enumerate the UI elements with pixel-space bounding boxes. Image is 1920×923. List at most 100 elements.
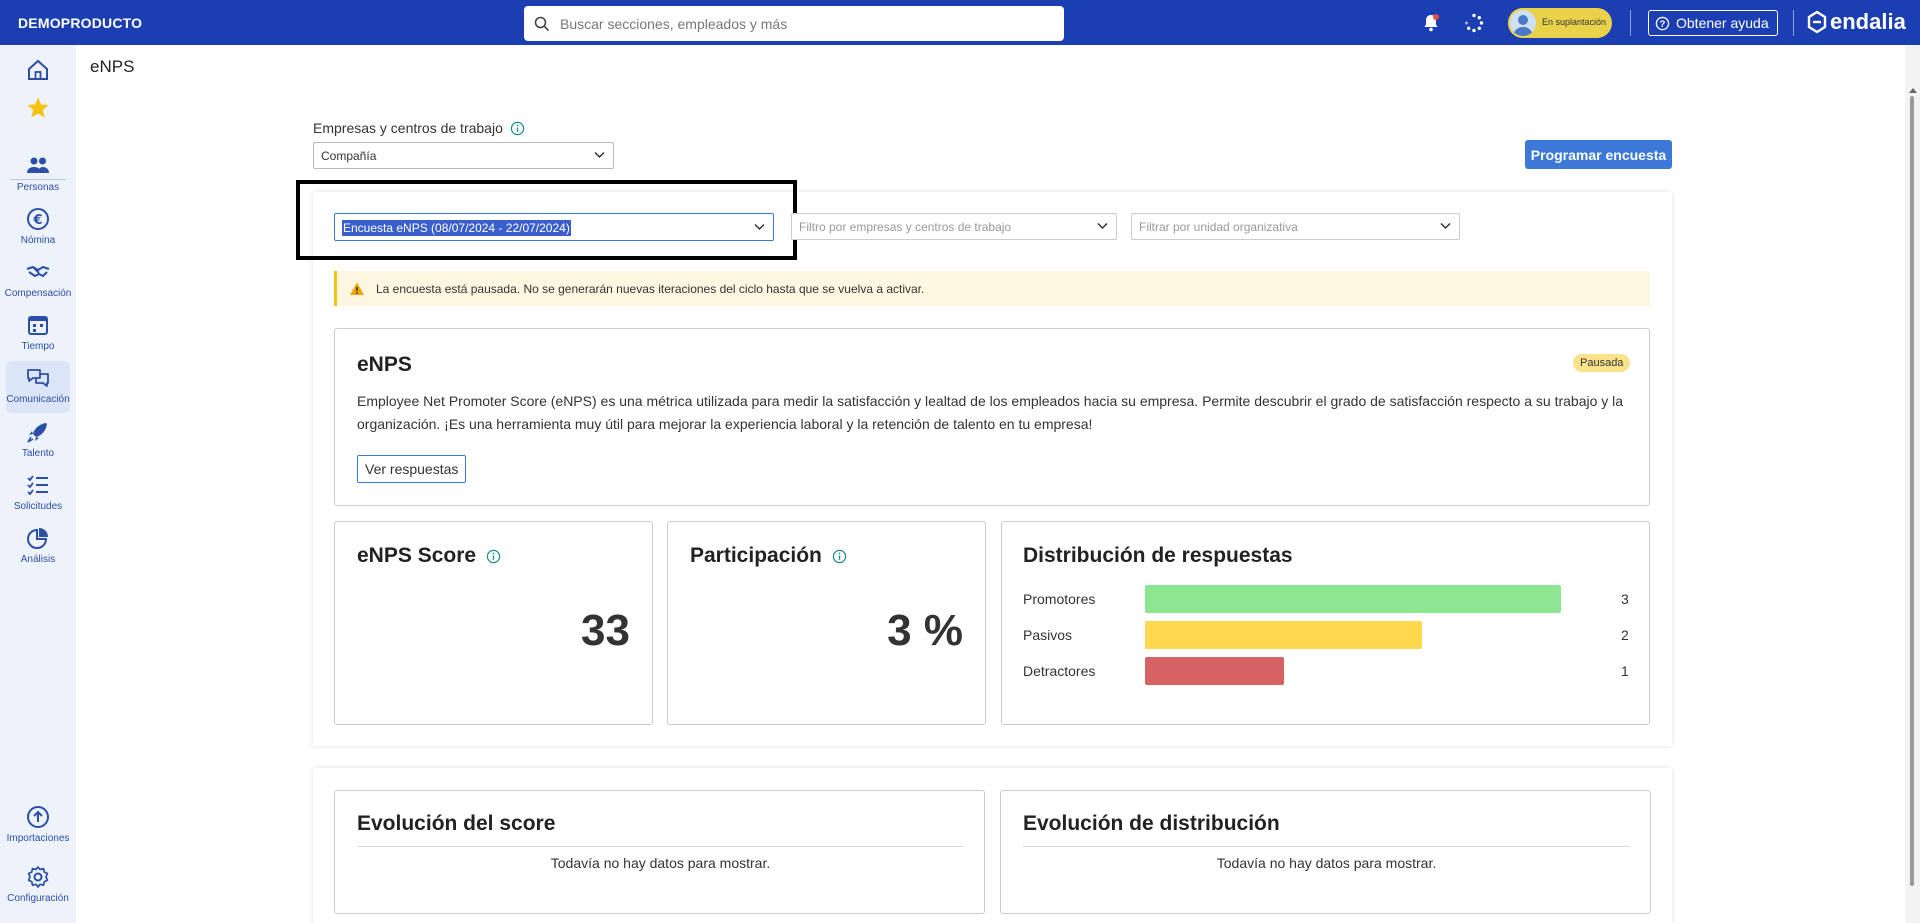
search-input[interactable] [560,15,1040,32]
empty-state-message: Todavía no hay datos para mostrar. [1216,855,1437,871]
calendar-icon [28,316,48,335]
sidebar-item-solicitudes[interactable]: Solicitudes [0,472,76,522]
chat-icon [27,369,49,387]
sidebar-item-talento[interactable]: Talento [0,419,76,469]
info-icon[interactable] [486,549,501,564]
sidebar-item-compensacion[interactable]: Compensación [0,259,76,309]
sidebar-item-configuracion[interactable]: Configuración [0,864,76,914]
svg-text:?: ? [1660,18,1666,28]
card-title: Distribución de respuestas [1023,544,1293,567]
card-title-text: Participación [690,544,822,567]
divider [1793,10,1794,36]
paused-alert: La encuesta está pausada. No se generará… [334,271,1650,306]
scroll-up-arrow-icon[interactable] [1909,88,1917,93]
alert-text: La encuesta está pausada. No se generará… [376,281,925,296]
page-title: eNPS [90,57,135,76]
search-icon [534,16,550,31]
sidebar-item-label: Análisis [20,554,56,565]
handshake-icon [26,266,50,277]
distribution-row-promoters: Promotores 3 [1023,585,1635,613]
companies-label-text: Empresas y centros de trabajo [313,120,503,136]
distribution-label: Pasivos [1023,627,1073,643]
companies-filter-select[interactable]: Filtro por empresas y centros de trabajo [791,213,1117,240]
sidebar-item-analisis[interactable]: Análisis [0,525,76,575]
org-unit-filter-select[interactable]: Filtrar por unidad organizativa [1131,213,1460,240]
sidebar-item-label: Solicitudes [13,501,63,512]
org-unit-filter-placeholder: Filtrar por unidad organizativa [1139,219,1298,234]
scrollbar-thumb[interactable] [1910,96,1914,886]
upload-icon [27,806,49,828]
sidebar-item-label: Configuración [7,893,69,904]
distribution-label: Detractores [1023,663,1096,679]
rocket-icon [27,423,47,443]
impersonation-label: En suplantación [1542,17,1607,27]
sidebar-item-label: Tiempo [21,341,55,352]
avatar [1508,8,1538,38]
distribution-label: Promotores [1023,591,1096,607]
card-title-text: eNPS Score [357,544,477,567]
sidebar-item-comunicacion[interactable]: Comunicación [0,361,76,415]
sidebar-item-tiempo[interactable]: Tiempo [0,312,76,362]
sidebar-item-favorites[interactable] [0,95,76,145]
companies-filter-placeholder: Filtro por empresas y centros de trabajo [799,219,1012,234]
help-icon: ? [1655,16,1670,30]
sidebar-item-label: Comunicación [6,394,70,405]
get-help-label: Obtener ayuda [1676,15,1769,31]
divider [1023,846,1630,847]
card-title: Evolución de distribución [1023,812,1280,835]
svg-text:€: € [32,213,42,228]
endalia-logo-icon [1807,10,1827,34]
global-search[interactable] [524,6,1064,41]
score-evolution-card: Evolución del score Todavía no hay datos… [334,790,985,914]
get-help-button[interactable]: ? Obtener ayuda [1648,10,1778,36]
sidebar-item-label: Talento [21,448,55,459]
sidebar-item-label: Importaciones [6,833,70,844]
info-icon[interactable] [510,121,525,136]
participation-value: 3 % [887,606,963,655]
distribution-evolution-card: Evolución de distribución Todavía no hay… [1000,790,1651,914]
brand-name: endalia [1830,9,1906,34]
card-title: Evolución del score [357,812,556,835]
sidebar: Personas € Nómina Compensación Tiempo Co… [0,45,76,923]
pie-chart-icon [27,528,48,549]
brand-logo[interactable]: endalia [1806,9,1906,35]
company-select-value: Compañía [321,148,377,163]
enps-info-card: eNPS Pausada Employee Net Promoter Score… [334,328,1650,506]
top-bar: DEMOPRODUCTO En suplantación ? Obtener a… [0,0,1920,45]
participation-card: Participación 3 % [667,521,986,725]
distribution-bar [1145,585,1561,613]
sidebar-item-label: Nómina [20,235,56,246]
warning-icon [350,282,364,295]
chevron-down-icon [1097,222,1108,230]
empty-state-message: Todavía no hay datos para mostrar. [550,855,771,871]
distribution-bar [1145,657,1284,685]
people-icon [27,157,49,173]
card-title: Participación [690,544,847,568]
schedule-survey-button[interactable]: Programar encuesta [1525,140,1672,169]
sidebar-item-personas[interactable]: Personas [0,153,76,203]
enps-description: Employee Net Promoter Score (eNPS) es un… [357,393,1624,432]
divider [357,846,964,847]
survey-select-value: Encuesta eNPS (08/07/2024 - 22/07/2024) [342,220,571,236]
enps-score-value: 33 [581,606,630,655]
distribution-count: 2 [1621,627,1629,643]
checklist-icon [27,475,48,496]
home-icon [28,59,48,80]
company-name[interactable]: DEMOPRODUCTO [18,15,142,31]
survey-select[interactable]: Encuesta eNPS (08/07/2024 - 22/07/2024) [334,213,774,241]
user-impersonation-pill[interactable]: En suplantación [1508,8,1612,38]
loading-spinner-icon[interactable] [1463,12,1485,34]
sidebar-item-nomina[interactable]: € Nómina [0,206,76,256]
status-badge: Pausada [1573,354,1631,372]
divider [1630,10,1631,36]
distribution-bar [1145,621,1422,649]
notifications-bell-icon[interactable] [1420,12,1442,34]
card-title: eNPS Score [357,544,501,568]
euro-icon: € [27,208,49,230]
distribution-count: 3 [1621,591,1629,607]
company-select[interactable]: Compañía [313,142,614,169]
info-icon[interactable] [832,549,847,564]
view-answers-button[interactable]: Ver respuestas [357,455,467,483]
sidebar-item-importaciones[interactable]: Importaciones [0,804,76,854]
chevron-down-icon [594,151,605,159]
